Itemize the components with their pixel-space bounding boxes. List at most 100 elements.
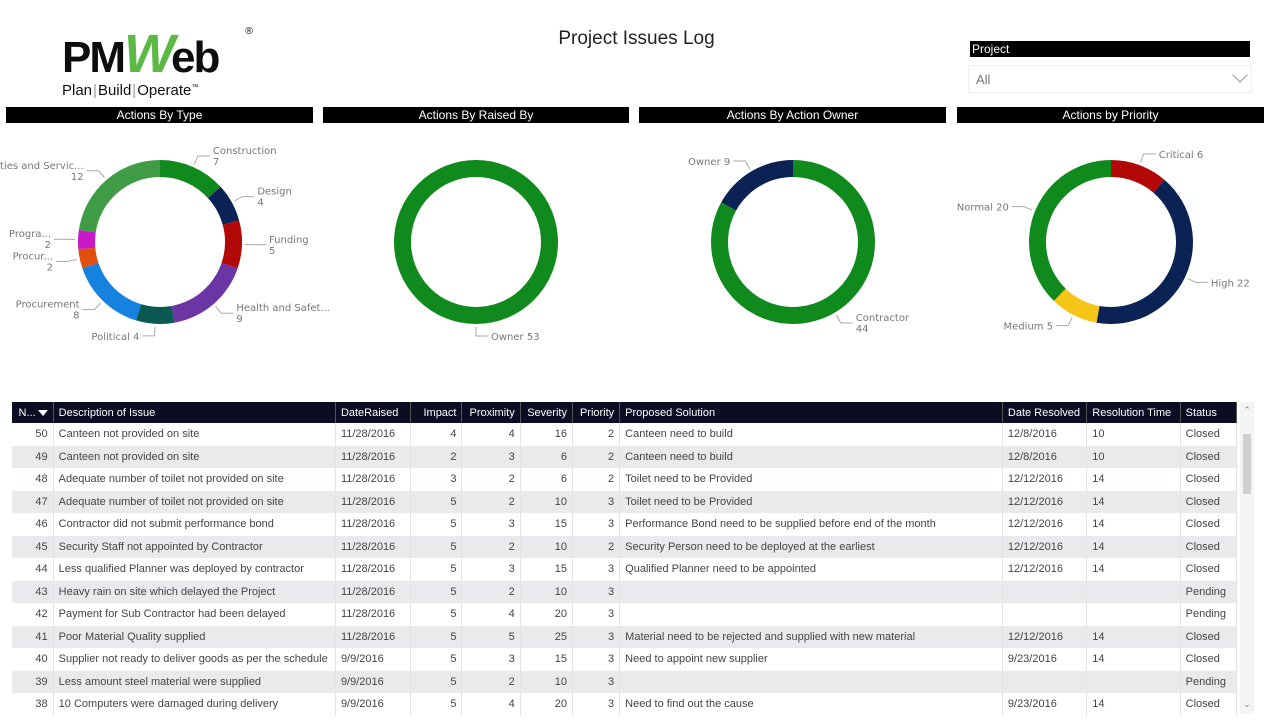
column-header-date-raised[interactable]: DateRaised bbox=[335, 402, 412, 423]
donut-actions-by-type[interactable]: Construction 7 Design 4 Funding 5 Health and S… bbox=[0, 130, 330, 350]
table-row[interactable]: 48 Adequate number of toilet not provided… bbox=[12, 468, 1238, 491]
cell-priority: 3 bbox=[572, 580, 621, 603]
cell-number: 38 bbox=[12, 693, 54, 716]
donut-label-procur: Procur... 2 bbox=[13, 251, 53, 273]
cell-status: Closed bbox=[1180, 648, 1238, 671]
donut-actions-by-action-owner[interactable]: Contractor 44 Owner 9 bbox=[634, 130, 952, 350]
donut-label-critical: Critical 6 bbox=[1159, 150, 1204, 161]
donut-slice-funding[interactable] bbox=[221, 220, 242, 269]
project-slicer-dropdown[interactable]: All bbox=[968, 65, 1252, 93]
cell-number: 44 bbox=[12, 558, 54, 581]
donut-slice-political[interactable] bbox=[136, 304, 175, 324]
cell-date-resolved: 9/23/2016 bbox=[1002, 648, 1088, 671]
donut-slice-critical[interactable] bbox=[1111, 160, 1165, 193]
donut-actions-by-raised-by[interactable]: Owner 53 bbox=[317, 130, 635, 350]
column-header-status[interactable]: Status bbox=[1180, 402, 1238, 423]
column-header-description[interactable]: Description of Issue bbox=[53, 402, 336, 423]
table-row[interactable]: 45 Security Staff not appointed by Contra… bbox=[12, 535, 1238, 558]
cell-resolution-time: 14 bbox=[1086, 648, 1181, 671]
cell-severity: 6 bbox=[520, 468, 573, 491]
cell-proposed-solution: Need to appoint new supplier bbox=[619, 648, 1003, 671]
cell-impact: 5 bbox=[410, 513, 463, 536]
donut-slice-normal[interactable] bbox=[1029, 160, 1111, 301]
cell-date-raised: 11/28/2016 bbox=[335, 445, 412, 468]
donut-slice-high[interactable] bbox=[1096, 179, 1193, 324]
cell-date-resolved: 12/8/2016 bbox=[1002, 445, 1088, 468]
cell-proposed-solution: Need to find out the cause bbox=[619, 693, 1003, 716]
cell-resolution-time: 14 bbox=[1086, 513, 1181, 536]
table-row[interactable]: 49 Canteen not provided on site 11/28/2016… bbox=[12, 445, 1238, 468]
donut-slice-health-and-safet[interactable] bbox=[171, 262, 238, 323]
column-header-date-resolved[interactable]: Date Resolved bbox=[1002, 402, 1088, 423]
table-row[interactable]: 39 Less amount steel material were suppli… bbox=[12, 670, 1238, 693]
scroll-thumb[interactable] bbox=[1243, 434, 1251, 494]
cell-date-resolved bbox=[1002, 580, 1088, 603]
cell-status: Pending bbox=[1180, 603, 1238, 626]
cell-priority: 3 bbox=[572, 670, 621, 693]
cell-severity: 10 bbox=[520, 670, 573, 693]
donut-slice-progra[interactable] bbox=[77, 229, 96, 250]
donut-svg: Construction 7 Design 4 Funding 5 Health and S… bbox=[0, 146, 330, 343]
table-row[interactable]: 46 Contractor did not submit performance … bbox=[12, 513, 1238, 536]
table-row[interactable]: 41 Poor Material Quality supplied 11/28/20… bbox=[12, 625, 1238, 648]
leader-line bbox=[1011, 206, 1033, 211]
cell-description: Canteen not provided on site bbox=[53, 423, 336, 446]
cell-status: Closed bbox=[1180, 445, 1238, 468]
column-header-severity[interactable]: Severity bbox=[520, 402, 573, 423]
column-header-number[interactable]: N... bbox=[12, 402, 54, 423]
cell-impact: 5 bbox=[410, 625, 463, 648]
cell-date-raised: 9/9/2016 bbox=[335, 693, 412, 716]
cell-status: Closed bbox=[1180, 513, 1238, 536]
table-scrollbar[interactable]: ⌃ ⌄ bbox=[1240, 402, 1254, 714]
donut-label-medium: Medium 5 bbox=[1004, 322, 1054, 333]
table-row[interactable]: 42 Payment for Sub Contractor had been de… bbox=[12, 603, 1238, 626]
cell-priority: 2 bbox=[572, 423, 621, 446]
cell-priority: 3 bbox=[572, 490, 621, 513]
cell-proposed-solution bbox=[619, 670, 1003, 693]
column-header-impact[interactable]: Impact bbox=[410, 402, 463, 423]
cell-number: 50 bbox=[12, 423, 54, 446]
table-row[interactable]: 40 Supplier not ready to deliver goods as… bbox=[12, 648, 1238, 671]
cell-description: Payment for Sub Contractor had been dela… bbox=[53, 603, 336, 626]
donut-slice-owner[interactable] bbox=[721, 160, 793, 211]
cell-severity: 6 bbox=[520, 445, 573, 468]
cell-date-raised: 11/28/2016 bbox=[335, 535, 412, 558]
scroll-down-arrow-icon[interactable]: ⌄ bbox=[1240, 698, 1254, 712]
donut-slice-construction[interactable] bbox=[160, 160, 221, 199]
cell-status: Closed bbox=[1180, 558, 1238, 581]
cell-number: 45 bbox=[12, 535, 54, 558]
table-row[interactable]: 50 Canteen not provided on site 11/28/2016… bbox=[12, 423, 1238, 446]
cell-proximity: 2 bbox=[461, 580, 521, 603]
cell-proximity: 4 bbox=[461, 603, 521, 626]
table-header-row: N... Description of Issue DateRaised Imp… bbox=[12, 402, 1238, 423]
column-header-resolution-time[interactable]: Resolution Time bbox=[1086, 402, 1181, 423]
cell-impact: 5 bbox=[410, 693, 463, 716]
donut-actions-by-priority[interactable]: Critical 6 High 22 Medium 5 Normal 20 bbox=[952, 130, 1270, 350]
cell-impact: 5 bbox=[410, 670, 463, 693]
column-header-priority[interactable]: Priority bbox=[572, 402, 621, 423]
cell-number: 49 bbox=[12, 445, 54, 468]
cell-description: Contractor did not submit performance bo… bbox=[53, 513, 336, 536]
cell-priority: 3 bbox=[572, 603, 621, 626]
table-row[interactable]: 44 Less qualified Planner was deployed by… bbox=[12, 558, 1238, 581]
cell-number: 39 bbox=[12, 670, 54, 693]
donut-slice-procurement[interactable] bbox=[82, 262, 142, 321]
cell-proximity: 3 bbox=[461, 513, 521, 536]
cell-status: Pending bbox=[1180, 580, 1238, 603]
column-header-proposed-solution[interactable]: Proposed Solution bbox=[619, 402, 1003, 423]
cell-description: Less qualified Planner was deployed by c… bbox=[53, 558, 336, 581]
cell-priority: 2 bbox=[572, 445, 621, 468]
column-header-proximity[interactable]: Proximity bbox=[461, 402, 521, 423]
table-row[interactable]: 47 Adequate number of toilet not provided… bbox=[12, 490, 1238, 513]
table-row[interactable]: 43 Heavy rain on site which delayed the P… bbox=[12, 580, 1238, 603]
cell-number: 42 bbox=[12, 603, 54, 626]
cell-impact: 4 bbox=[410, 423, 463, 446]
table-row[interactable]: 38 10 Computers were damaged during deliv… bbox=[12, 693, 1238, 716]
donut-slice-owner[interactable] bbox=[394, 160, 558, 324]
donut-label-contractor: Contractor 44 bbox=[856, 313, 910, 335]
scroll-up-arrow-icon[interactable]: ⌃ bbox=[1240, 404, 1254, 418]
cell-proximity: 2 bbox=[461, 670, 521, 693]
cell-description: Security Staff not appointed by Contract… bbox=[53, 535, 336, 558]
donut-svg: Contractor 44 Owner 9 bbox=[688, 157, 910, 335]
donut-label-owner: Owner 53 bbox=[491, 332, 540, 343]
